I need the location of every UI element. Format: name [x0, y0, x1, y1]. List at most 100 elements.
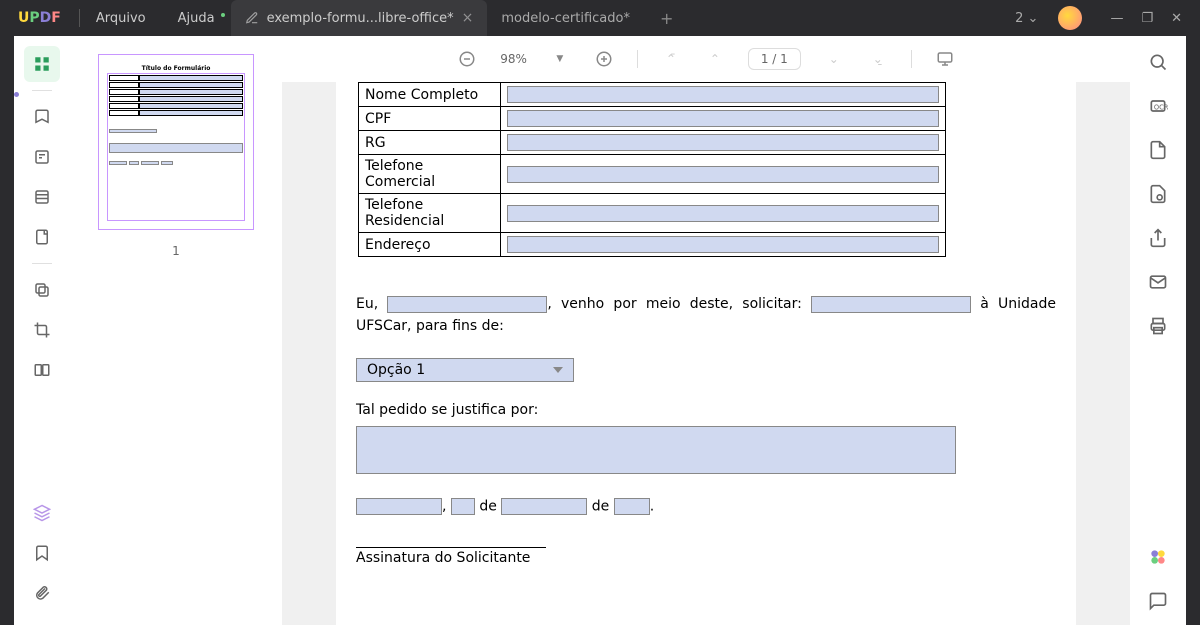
search-button[interactable]	[1148, 52, 1168, 72]
field-label-rg: RG	[359, 131, 501, 155]
signature-line	[356, 547, 546, 548]
signature-label: Assinatura do Solicitante	[356, 550, 1056, 566]
maximize-icon[interactable]: ❐	[1141, 11, 1153, 26]
bookmark-bottom-tool[interactable]	[24, 535, 60, 571]
table-row: CPF	[359, 107, 946, 131]
rg-input[interactable]	[507, 134, 939, 151]
solicitacao-input[interactable]	[811, 296, 971, 313]
document-view[interactable]: Nome Completo CPF RG Telefone Comercial …	[282, 82, 1130, 625]
right-sidebar: OCR	[1130, 36, 1186, 625]
ai-button[interactable]	[1148, 547, 1168, 567]
cpf-input[interactable]	[507, 110, 939, 127]
form-table: Nome Completo CPF RG Telefone Comercial …	[358, 82, 946, 257]
justificativa-textarea[interactable]	[356, 426, 956, 474]
separator	[32, 263, 52, 264]
ocr-button[interactable]: OCR	[1148, 96, 1168, 116]
comment-button[interactable]	[1148, 591, 1168, 611]
attachment-tool[interactable]	[24, 575, 60, 611]
opcao-dropdown[interactable]: Opção 1	[356, 358, 574, 382]
zoom-in-button[interactable]	[593, 48, 615, 70]
dia-input[interactable]	[451, 498, 475, 515]
zoom-level: 98%	[500, 52, 527, 66]
text-de2: de	[592, 498, 610, 514]
text-eu: Eu,	[356, 296, 378, 312]
pages-tool[interactable]	[24, 219, 60, 255]
user-avatar[interactable]	[1058, 6, 1082, 30]
separator	[32, 90, 52, 91]
left-sidebar	[14, 36, 70, 625]
prev-page-button[interactable]: ⌃	[704, 48, 726, 70]
justify-label: Tal pedido se justifica por:	[356, 402, 1056, 418]
svg-text:OCR: OCR	[1154, 103, 1168, 111]
declarante-input[interactable]	[387, 296, 547, 313]
tab-active[interactable]: exemplo-formu...libre-office* ×	[231, 0, 488, 36]
dropdown-selected: Opção 1	[367, 362, 425, 378]
menu-help[interactable]: Ajuda	[162, 11, 231, 26]
first-page-button[interactable]: ⌃̄	[660, 48, 682, 70]
document-toolbar: 98% ▼ ⌃̄ ⌃ 1 / 1 ⌄ ⌄̱	[282, 36, 1130, 82]
email-button[interactable]	[1148, 272, 1168, 292]
page-indicator[interactable]: 1 / 1	[748, 48, 801, 70]
table-row: Telefone Residencial	[359, 194, 946, 233]
close-window-icon[interactable]: ✕	[1171, 11, 1182, 26]
field-label-telcom: Telefone Comercial	[359, 155, 501, 194]
layers-tool[interactable]	[24, 179, 60, 215]
print-button[interactable]	[1148, 316, 1168, 336]
next-page-button[interactable]: ⌄	[823, 48, 845, 70]
field-label-nome: Nome Completo	[359, 83, 501, 107]
export-button[interactable]	[1148, 140, 1168, 160]
share-button[interactable]	[1148, 228, 1168, 248]
last-page-button[interactable]: ⌄̱	[867, 48, 889, 70]
notification-count[interactable]: 2 ⌄	[1005, 11, 1048, 26]
bookmark-tool[interactable]	[24, 99, 60, 135]
menu-file[interactable]: Arquivo	[80, 11, 162, 26]
thumbnail-page-number: 1	[98, 244, 254, 258]
ano-input[interactable]	[614, 498, 650, 515]
minimize-icon[interactable]: —	[1110, 11, 1123, 26]
pdf-page: Nome Completo CPF RG Telefone Comercial …	[336, 82, 1076, 625]
thumb-title: Título do Formulário	[107, 65, 245, 72]
table-row: Endereço	[359, 233, 946, 257]
titlebar: UPDF Arquivo Ajuda exemplo-formu...libre…	[0, 0, 1200, 36]
mes-input[interactable]	[501, 498, 587, 515]
paragraph: Eu, , venho por meio deste, solicitar: à…	[356, 293, 1056, 338]
compare-tool[interactable]	[24, 352, 60, 388]
page-thumbnail[interactable]: Título do Formulário	[98, 54, 254, 230]
field-label-cpf: CPF	[359, 107, 501, 131]
thumbnails-button[interactable]	[24, 46, 60, 82]
close-icon[interactable]: ×	[462, 10, 474, 26]
crop-tool[interactable]	[24, 312, 60, 348]
tab-active-label: exemplo-formu...libre-office*	[267, 11, 454, 26]
zoom-out-button[interactable]	[456, 48, 478, 70]
presentation-button[interactable]	[934, 48, 956, 70]
tab-inactive[interactable]: modelo-certificado*	[487, 0, 644, 36]
main-area: 98% ▼ ⌃̄ ⌃ 1 / 1 ⌄ ⌄̱ Nome Completo CPF …	[282, 36, 1130, 625]
divider	[911, 50, 912, 68]
menu-help-label: Ajuda	[178, 11, 215, 26]
cidade-input[interactable]	[356, 498, 442, 515]
field-label-endereco: Endereço	[359, 233, 501, 257]
date-line: , de de .	[356, 498, 1056, 515]
table-row: Nome Completo	[359, 83, 946, 107]
text-de1: de	[479, 498, 497, 514]
workspace: Título do Formulário 1 98% ▼	[14, 36, 1186, 625]
new-tab-button[interactable]: +	[644, 9, 689, 28]
protect-button[interactable]	[1148, 184, 1168, 204]
copy-tool[interactable]	[24, 272, 60, 308]
field-label-telres: Telefone Residencial	[359, 194, 501, 233]
annotation-tool[interactable]	[24, 139, 60, 175]
layers-bottom-tool[interactable]	[24, 495, 60, 531]
nome-input[interactable]	[507, 86, 939, 103]
thumbnail-panel: Título do Formulário 1	[70, 36, 282, 625]
edit-icon	[245, 11, 259, 25]
text-middle: , venho por meio deste, solicitar:	[547, 296, 801, 312]
tel-res-input[interactable]	[507, 205, 939, 222]
table-row: RG	[359, 131, 946, 155]
table-row: Telefone Comercial	[359, 155, 946, 194]
zoom-dropdown[interactable]: ▼	[549, 48, 571, 70]
app-logo: UPDF	[0, 10, 79, 26]
tab-inactive-label: modelo-certificado*	[501, 11, 630, 26]
notification-count-label: 2	[1015, 11, 1023, 26]
endereco-input[interactable]	[507, 236, 939, 253]
tel-com-input[interactable]	[507, 166, 939, 183]
